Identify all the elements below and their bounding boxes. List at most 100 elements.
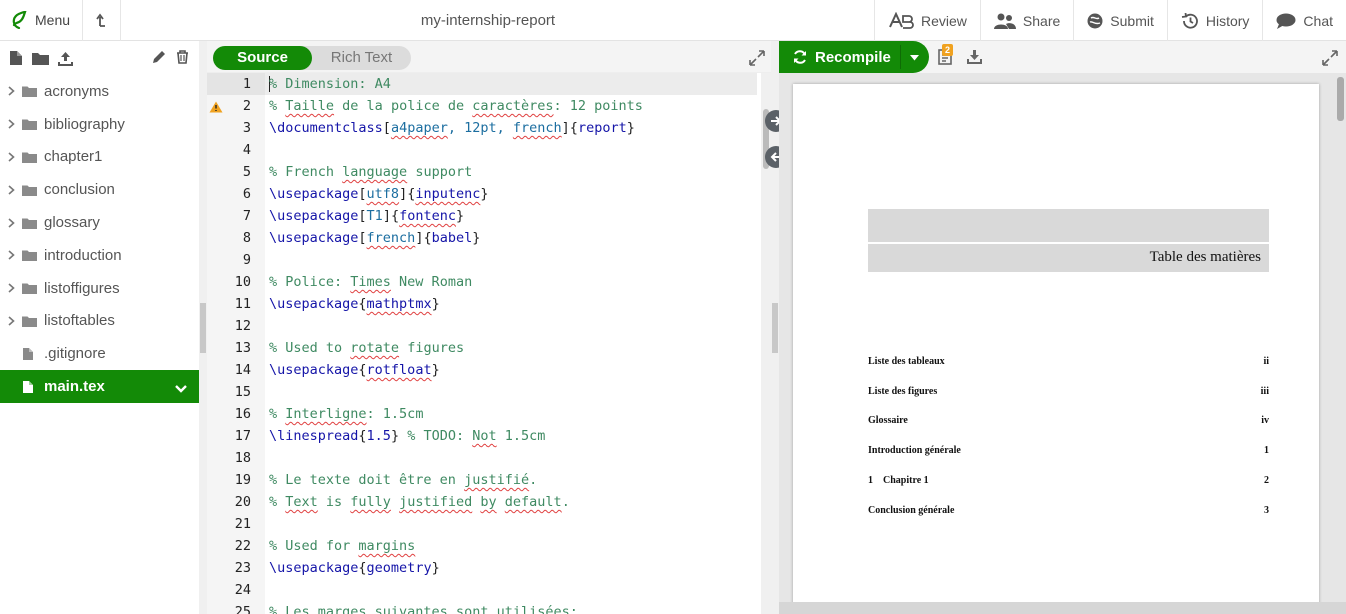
code-line[interactable]: \linespread{1.5} % TODO: Not 1.5cm (265, 425, 757, 447)
toc-entry-page: 2 (1264, 474, 1269, 486)
code-line[interactable]: % Taille de la police de caractères: 12 … (265, 95, 757, 117)
chevron-right-icon[interactable] (0, 86, 22, 96)
code-line[interactable]: \documentclass[a4paper, 12pt, french]{re… (265, 117, 757, 139)
code-line[interactable]: % Interligne: 1.5cm (265, 403, 757, 425)
file-tree-item[interactable]: bibliography (0, 108, 199, 141)
code-line[interactable]: \usepackage[utf8]{inputenc} (265, 183, 757, 205)
chevron-right-icon[interactable] (0, 283, 22, 293)
code-line[interactable]: % Police: Times New Roman (265, 271, 757, 293)
submit-label: Submit (1110, 12, 1154, 29)
source-editor-panel: Source Rich Text 1 2 3 4 5 6 7 8 9 10 11 12 13 14 15 16… (207, 41, 771, 614)
chevron-down-icon[interactable] (175, 380, 187, 397)
file-tree-item[interactable]: main.tex (0, 370, 199, 403)
code-line[interactable]: % Dimension: A4 (265, 73, 757, 95)
code-line[interactable]: % Le texte doit être en justifié. (265, 469, 757, 491)
code-line[interactable]: % Text is fully justified by default. (265, 491, 757, 513)
line-number: 8 (242, 230, 251, 246)
new-folder-icon[interactable] (32, 51, 49, 65)
code-line[interactable] (265, 249, 757, 271)
chevron-right-icon[interactable] (0, 217, 22, 228)
log-count-badge: 2 (942, 44, 954, 56)
code-line[interactable] (265, 579, 757, 601)
pdf-page[interactable]: Table des matières Liste des tableaux ii L… (793, 84, 1319, 614)
code-line[interactable]: \usepackage{rotfloat} (265, 359, 757, 381)
file-tree-splitter[interactable] (199, 41, 207, 614)
preview-scroll-thumb[interactable] (1337, 77, 1344, 121)
caret-down-icon[interactable] (910, 55, 919, 61)
toc-entry-label: Introduction générale (868, 445, 961, 457)
code-line[interactable]: % French language support (265, 161, 757, 183)
toc-entry: 1 Chapitre 1 2 (868, 475, 1269, 486)
pdf-preview-panel: Recompile 2 Table des matières Liste des… (779, 41, 1346, 614)
rich-text-mode-button[interactable]: Rich Text (312, 46, 411, 70)
editor-mode-toggle[interactable]: Source Rich Text (213, 46, 411, 70)
toc-entry: Introduction générale 1 (868, 445, 1269, 456)
file-tree-item[interactable]: glossary (0, 206, 199, 239)
file-tree-item[interactable]: chapter1 (0, 141, 199, 174)
chevron-right-icon[interactable] (0, 152, 22, 162)
folder-icon (22, 282, 44, 295)
code-line[interactable]: \usepackage[french]{babel} (265, 227, 757, 249)
line-number: 17 (234, 428, 251, 444)
code-line[interactable] (265, 447, 757, 469)
folder-icon (22, 151, 44, 163)
chevron-right-icon[interactable] (0, 185, 22, 195)
code-line[interactable]: % Used to rotate figures (265, 337, 757, 359)
splitter-handle[interactable] (772, 303, 778, 353)
chat-icon (1276, 13, 1296, 29)
submit-button[interactable]: Submit (1073, 0, 1167, 41)
code-line[interactable]: % Used for margins (265, 535, 757, 557)
line-number: 4 (242, 142, 251, 158)
code-line[interactable]: \usepackage[T1]{fontenc} (265, 205, 757, 227)
folder-icon (22, 118, 44, 131)
toc-entry-page: ii (1263, 356, 1269, 367)
file-tree-item[interactable]: introduction (0, 239, 199, 272)
code-line[interactable]: % Les marges suivantes sont utilisées: (265, 601, 757, 614)
folder-icon (22, 249, 44, 262)
chevron-right-icon[interactable] (0, 250, 22, 260)
share-icon (993, 13, 1016, 29)
line-number: 6 (242, 186, 251, 202)
file-tree-item[interactable]: listoftables (0, 305, 199, 338)
review-icon (889, 11, 914, 29)
code-area[interactable]: % Dimension: A4% Taille de la police de … (265, 73, 757, 614)
source-mode-button[interactable]: Source (213, 46, 312, 70)
history-button[interactable]: History (1166, 0, 1263, 41)
expand-preview-icon[interactable] (1322, 50, 1338, 71)
delete-trash-icon[interactable] (176, 50, 189, 69)
file-tree-item[interactable]: .gitignore (0, 337, 199, 370)
file-tree-item-label: listoffigures (44, 279, 120, 297)
upload-icon[interactable] (58, 51, 73, 66)
chat-button[interactable]: Chat (1262, 0, 1346, 41)
chevron-right-icon[interactable] (0, 119, 22, 129)
line-number: 16 (234, 406, 251, 422)
review-label: Review (921, 12, 967, 29)
code-line[interactable] (265, 139, 757, 161)
expand-editor-icon[interactable] (749, 50, 765, 71)
review-button[interactable]: Review (874, 0, 980, 41)
file-tree-item[interactable]: conclusion (0, 173, 199, 206)
line-number: 20 (234, 494, 251, 510)
warning-icon[interactable] (209, 100, 223, 118)
share-button[interactable]: Share (979, 0, 1073, 41)
line-number: 13 (234, 340, 251, 356)
line-number: 22 (234, 538, 251, 554)
download-pdf-icon[interactable] (967, 49, 982, 69)
recompile-button[interactable]: Recompile (779, 41, 929, 73)
code-line[interactable] (265, 513, 757, 535)
line-number: 3 (242, 120, 251, 136)
preview-horizontal-scrollbar[interactable] (779, 602, 1346, 614)
code-line[interactable]: \usepackage{mathptmx} (265, 293, 757, 315)
rename-pencil-icon[interactable] (152, 50, 166, 69)
splitter-handle[interactable] (200, 303, 206, 353)
file-tree-item[interactable]: acronyms (0, 75, 199, 108)
toc-entry: Liste des figures iii (868, 386, 1269, 397)
new-file-icon[interactable] (9, 50, 23, 66)
line-number: 25 (234, 604, 251, 614)
chevron-right-icon[interactable] (0, 316, 22, 326)
code-line[interactable] (265, 381, 757, 403)
file-tree-item[interactable]: listoffigures (0, 272, 199, 305)
code-line[interactable]: \usepackage{geometry} (265, 557, 757, 579)
line-number: 19 (234, 472, 251, 488)
code-line[interactable] (265, 315, 757, 337)
